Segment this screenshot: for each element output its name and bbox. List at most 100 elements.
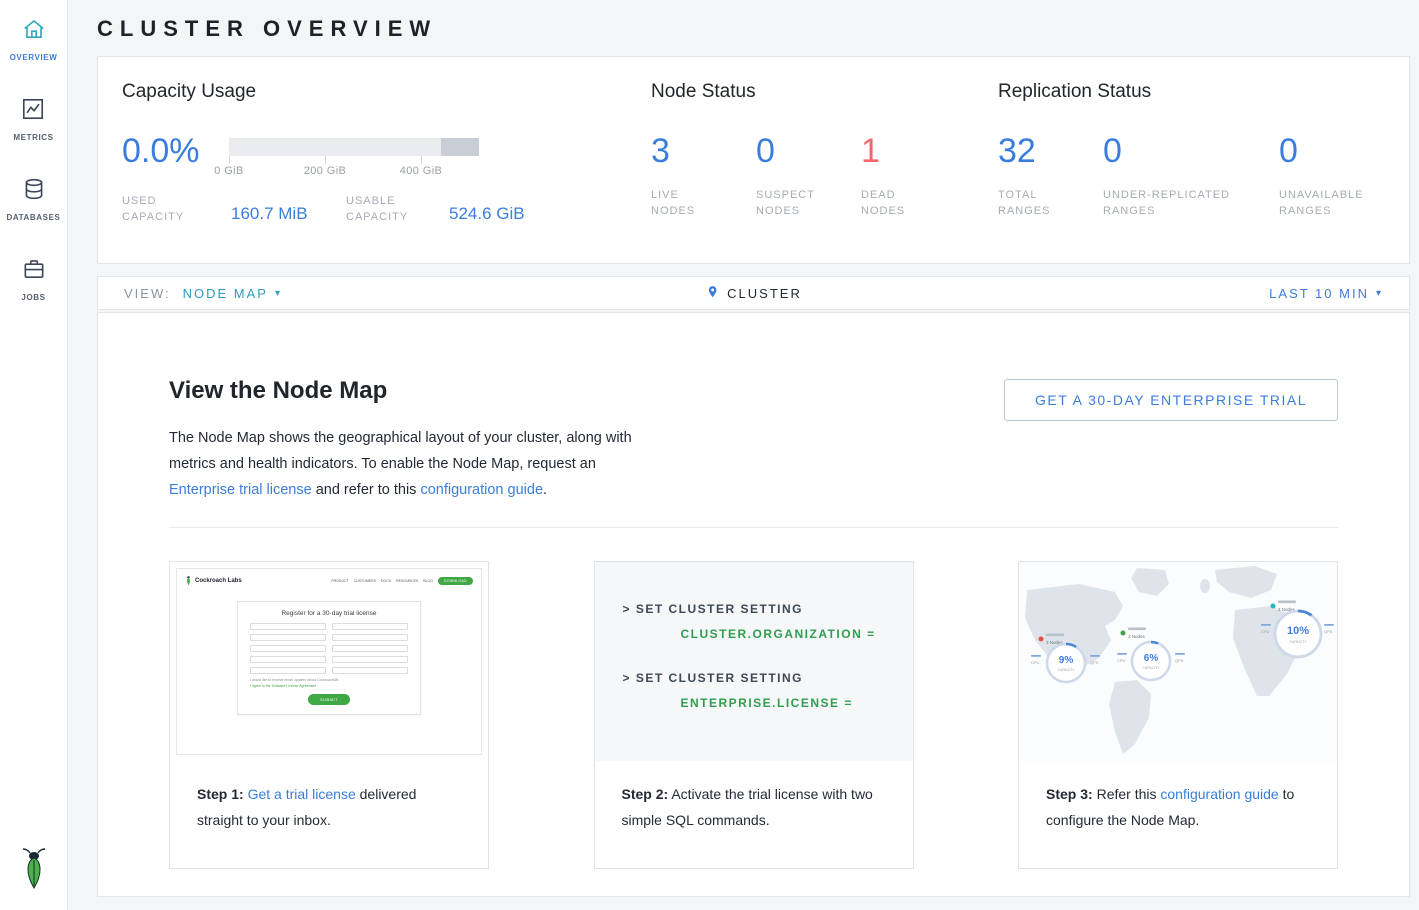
svg-text:QPS: QPS bbox=[1090, 660, 1099, 665]
suspect-nodes-value: 0 bbox=[756, 131, 861, 171]
get-trial-license-link[interactable]: Get a trial license bbox=[248, 786, 356, 802]
sidebar-item-label: OVERVIEW bbox=[10, 53, 58, 62]
thumb-input bbox=[250, 634, 326, 641]
enterprise-trial-button[interactable]: GET A 30-DAY ENTERPRISE TRIAL bbox=[1004, 379, 1338, 421]
thumb-form-title: Register for a 30-day trial license bbox=[250, 610, 408, 617]
caret-down-icon: ▾ bbox=[1376, 288, 1383, 299]
step-1-caption: Step 1: Get a trial license delivered st… bbox=[170, 761, 488, 833]
capacity-usage-section: Capacity Usage 0.0% 0 GiB bbox=[122, 81, 651, 239]
under-replicated-label: UNDER-REPLICATED RANGES bbox=[1103, 187, 1253, 219]
usable-capacity-value: 524.6 GiB bbox=[449, 204, 525, 225]
cluster-summary-card: Capacity Usage 0.0% 0 GiB bbox=[97, 56, 1410, 264]
region-nodes-label: 3 Nodes bbox=[1128, 634, 1146, 639]
node-map-title: View the Node Map bbox=[169, 377, 639, 405]
briefcase-icon bbox=[21, 256, 47, 287]
replication-status-section: Replication Status 32 TOTAL RANGES 0 UND… bbox=[998, 81, 1384, 239]
svg-text:CPU: CPU bbox=[1031, 660, 1040, 665]
enterprise-trial-license-link[interactable]: Enterprise trial license bbox=[169, 482, 312, 498]
capacity-bar: 0 GiB 200 GiB 400 GiB bbox=[229, 131, 479, 179]
thumb-input bbox=[250, 656, 326, 663]
replication-status-title: Replication Status bbox=[998, 81, 1384, 103]
thumb-nav: PRODUCT CUSTOMERS DOCS RESOURCES BLOG bbox=[331, 579, 433, 583]
capacity-usage-title: Capacity Usage bbox=[122, 81, 651, 103]
sidebar-item-label: DATABASES bbox=[7, 213, 61, 222]
svg-text:CPU: CPU bbox=[1261, 629, 1270, 634]
cockroach-bug-icon bbox=[185, 575, 192, 586]
unavailable-ranges-label: UNAVAILABLE RANGES bbox=[1279, 187, 1379, 219]
live-nodes-label: LIVE NODES bbox=[651, 187, 713, 219]
unavailable-ranges-stat: 0 UNAVAILABLE RANGES bbox=[1279, 131, 1384, 219]
capacity-bar-track bbox=[229, 138, 479, 156]
step-2-caption: Step 2: Activate the trial license with … bbox=[595, 761, 913, 833]
app-root: OVERVIEW METRICS DATABASES bbox=[0, 0, 1419, 910]
sql-command: > SET CLUSTER SETTING bbox=[623, 671, 913, 685]
sidebar-item-overview[interactable]: OVERVIEW bbox=[10, 16, 58, 62]
svg-text:QPS: QPS bbox=[1175, 658, 1184, 663]
thumb-input bbox=[332, 667, 408, 674]
sidebar-item-label: METRICS bbox=[13, 133, 53, 142]
dead-nodes-label: DEAD NODES bbox=[861, 187, 923, 219]
view-selector-dropdown[interactable]: NODE MAP ▾ bbox=[183, 286, 282, 301]
thumb-register-form: Register for a 30-day trial license bbox=[237, 601, 421, 715]
sidebar-item-databases[interactable]: DATABASES bbox=[7, 176, 61, 222]
view-label: VIEW: bbox=[124, 286, 171, 301]
divider bbox=[169, 527, 1338, 528]
sidebar: OVERVIEW METRICS DATABASES bbox=[0, 0, 68, 910]
thumb-submit-button: SUBMIT bbox=[308, 694, 350, 705]
capacity-gauge-label: CAPACITY bbox=[1057, 668, 1075, 672]
thumb-input bbox=[332, 634, 408, 641]
step-3-map-preview: 3 Nodes 9% CAPACITY CPU QPS bbox=[1019, 562, 1337, 761]
sidebar-item-metrics[interactable]: METRICS bbox=[13, 96, 53, 142]
node-map-description: The Node Map shows the geographical layo… bbox=[169, 425, 639, 503]
live-nodes-stat: 3 LIVE NODES bbox=[651, 131, 756, 219]
step-1-screenshot: Cockroach Labs PRODUCT CUSTOMERS DOCS RE… bbox=[170, 562, 488, 761]
total-ranges-value: 32 bbox=[998, 131, 1103, 171]
node-status-title: Node Status bbox=[651, 81, 998, 103]
usable-capacity-label: USABLE CAPACITY bbox=[346, 193, 441, 225]
cluster-breadcrumb[interactable]: CLUSTER bbox=[705, 285, 802, 302]
step-2-card: > SET CLUSTER SETTING CLUSTER.ORGANIZATI… bbox=[594, 561, 914, 869]
node-status-section: Node Status 3 LIVE NODES 0 SUSPECT NODES… bbox=[651, 81, 998, 239]
capacity-gauge-label: CAPACITY bbox=[1142, 666, 1160, 670]
thumb-input bbox=[250, 623, 326, 630]
thumb-input bbox=[332, 645, 408, 652]
home-icon bbox=[21, 16, 47, 47]
chart-icon bbox=[20, 96, 46, 127]
sidebar-item-jobs[interactable]: JOBS bbox=[21, 256, 47, 302]
thumb-checkbox-note: I would like to receive email updates ab… bbox=[250, 678, 408, 682]
unavailable-ranges-value: 0 bbox=[1279, 131, 1384, 171]
cockroach-bug-icon[interactable] bbox=[20, 847, 48, 896]
sql-command: > SET CLUSTER SETTING bbox=[623, 602, 913, 616]
under-replicated-value: 0 bbox=[1103, 131, 1279, 171]
sql-setting: CLUSTER.ORGANIZATION = bbox=[681, 627, 913, 641]
dead-nodes-value: 1 bbox=[861, 131, 966, 171]
total-ranges-stat: 32 TOTAL RANGES bbox=[998, 131, 1103, 219]
time-range-dropdown[interactable]: LAST 10 MIN ▾ bbox=[1269, 286, 1383, 301]
database-icon bbox=[21, 176, 47, 207]
sidebar-item-label: JOBS bbox=[21, 293, 45, 302]
view-bar: VIEW: NODE MAP ▾ CLUSTER LAST 10 MIN ▾ bbox=[97, 276, 1410, 310]
live-nodes-value: 3 bbox=[651, 131, 756, 171]
caret-down-icon: ▾ bbox=[275, 288, 282, 299]
suspect-nodes-stat: 0 SUSPECT NODES bbox=[756, 131, 861, 219]
tick-label-200: 200 GiB bbox=[304, 165, 347, 177]
svg-text:CPU: CPU bbox=[1117, 658, 1126, 663]
node-map-card: View the Node Map The Node Map shows the… bbox=[97, 312, 1410, 897]
sql-setting: ENTERPRISE.LICENSE = bbox=[681, 696, 913, 710]
thumb-input bbox=[250, 667, 326, 674]
under-replicated-stat: 0 UNDER-REPLICATED RANGES bbox=[1103, 131, 1279, 219]
step-3-caption: Step 3: Refer this configuration guide t… bbox=[1019, 761, 1337, 833]
configuration-guide-link[interactable]: configuration guide bbox=[420, 482, 543, 498]
thumb-input bbox=[250, 645, 326, 652]
tick-label-400: 400 GiB bbox=[400, 165, 443, 177]
thumb-license-note: I agree to the Software License Agreemen… bbox=[250, 684, 408, 688]
step-3-card: 3 Nodes 9% CAPACITY CPU QPS bbox=[1018, 561, 1338, 869]
main-content: CLUSTER OVERVIEW Capacity Usage 0.0% bbox=[68, 0, 1419, 910]
configuration-guide-link[interactable]: configuration guide bbox=[1160, 786, 1278, 802]
capacity-bar-segment bbox=[441, 138, 479, 156]
capacity-used-percent: 0.0% bbox=[122, 131, 229, 179]
location-pin-icon bbox=[705, 285, 727, 302]
total-ranges-label: TOTAL RANGES bbox=[998, 187, 1058, 219]
step-2-code-block: > SET CLUSTER SETTING CLUSTER.ORGANIZATI… bbox=[595, 562, 913, 761]
thumb-brand: Cockroach Labs bbox=[195, 578, 242, 584]
